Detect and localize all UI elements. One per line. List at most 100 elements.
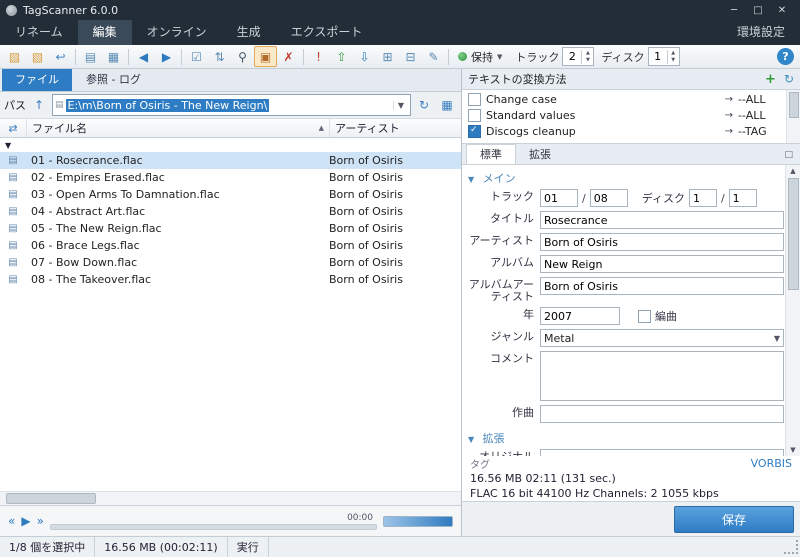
comment-input[interactable] <box>540 351 784 401</box>
tab-extended[interactable]: 拡張 <box>516 145 564 164</box>
year-input[interactable] <box>540 307 620 325</box>
track-spinner-arrows[interactable]: ▲ ▼ <box>581 49 593 64</box>
transform-checkbox[interactable] <box>468 108 481 122</box>
resize-grip[interactable] <box>784 540 798 554</box>
menu-edit[interactable]: 編集 <box>77 20 132 45</box>
add-folder-button[interactable]: ▨ <box>3 46 26 67</box>
tab-files[interactable]: ファイル <box>2 69 72 91</box>
search-button[interactable]: ⚲ <box>231 46 254 67</box>
save-button[interactable]: 保存 <box>674 505 794 533</box>
import-tags-button[interactable]: ⇧ <box>330 46 353 67</box>
menu-settings[interactable]: 環境設定 <box>722 20 800 45</box>
title-input[interactable] <box>540 211 784 229</box>
column-filename[interactable]: ファイル名 ▲ <box>27 119 330 137</box>
prev-track-button[interactable]: « <box>8 514 15 528</box>
section-extended[interactable]: ▼ 拡張 <box>462 427 784 449</box>
export-tags-button[interactable]: ⇩ <box>353 46 376 67</box>
next-file-button[interactable]: ▶ <box>155 46 178 67</box>
transfer-icon[interactable]: ⇄ <box>0 119 27 137</box>
combo-dropdown-icon[interactable]: ▼ <box>393 100 408 110</box>
open-folder-button[interactable]: ▧ <box>26 46 49 67</box>
folder-options-button[interactable]: ▦ <box>437 95 457 115</box>
minimize-button[interactable]: ─ <box>722 1 746 19</box>
disc-spinner[interactable]: ▲▼ <box>647 47 680 66</box>
track-total-input[interactable] <box>589 189 628 207</box>
scroll-down-icon[interactable]: ▼ <box>790 444 795 456</box>
menu-export[interactable]: エクスポート <box>276 20 378 45</box>
file-row[interactable]: ▤ 04 - Abstract Art.flac Born of Osiris <box>0 203 461 220</box>
edit-tag-button[interactable]: ✎ <box>422 46 445 67</box>
compilation-checkbox[interactable] <box>638 309 651 323</box>
section-main[interactable]: ▼ メイン <box>462 167 784 189</box>
undo-button[interactable]: ↩ <box>49 46 72 67</box>
original-input[interactable] <box>540 449 784 456</box>
track-input[interactable] <box>540 189 578 207</box>
volume-slider[interactable] <box>383 515 453 527</box>
next-track-button[interactable]: » <box>37 514 44 528</box>
progress-slider[interactable] <box>49 523 377 530</box>
tab-standard[interactable]: 標準 <box>466 144 516 164</box>
genre-select[interactable]: Metal ▼ <box>540 329 784 347</box>
transform-scrollbar[interactable] <box>786 90 800 143</box>
detach-panel-icon[interactable]: □ <box>784 150 796 164</box>
refresh-button[interactable]: ↻ <box>414 95 434 115</box>
form-scrollbar[interactable]: ▲ ▼ <box>785 165 800 456</box>
transform-checkbox[interactable] <box>468 92 481 106</box>
transform-row[interactable]: Discogs cleanup → --TAG <box>462 123 800 139</box>
track-spinner-input[interactable] <box>563 49 582 64</box>
close-button[interactable]: ✕ <box>770 1 794 19</box>
file-row[interactable]: ▤ 07 - Bow Down.flac Born of Osiris <box>0 254 461 271</box>
view-list-button[interactable]: ▤ <box>79 46 102 67</box>
disc-spinner-arrows[interactable]: ▲ ▼ <box>666 49 679 64</box>
file-row[interactable]: ▤ 05 - The New Reign.flac Born of Osiris <box>0 220 461 237</box>
menu-generate[interactable]: 生成 <box>222 20 276 45</box>
file-row[interactable]: ▤ 02 - Empires Erased.flac Born of Osiri… <box>0 169 461 186</box>
tag-type-link[interactable]: VORBIS <box>751 457 792 470</box>
transform-checkbox[interactable] <box>468 124 481 138</box>
disc-spinner-input[interactable] <box>648 49 667 64</box>
horizontal-scrollbar[interactable] <box>0 491 461 505</box>
help-button[interactable]: ? <box>777 48 794 65</box>
copy-tags-button[interactable]: ⊞ <box>376 46 399 67</box>
select-dropdown-button[interactable]: ☑ <box>185 46 208 67</box>
columns-dropdown-button[interactable]: ⇅ <box>208 46 231 67</box>
menu-rename[interactable]: リネーム <box>0 20 78 45</box>
transform-row[interactable]: Change case → --ALL <box>462 91 800 107</box>
file-row[interactable]: ▤ 06 - Brace Legs.flac Born of Osiris <box>0 237 461 254</box>
preview-toggle-button[interactable]: ▣ <box>254 46 277 67</box>
keep-tags-button[interactable]: 保持 ▼ <box>452 47 508 66</box>
album-artist-input[interactable] <box>540 277 784 295</box>
remove-file-button[interactable]: ✗ <box>277 46 300 67</box>
file-row[interactable]: ▤ 08 - The Takeover.flac Born of Osiris <box>0 271 461 288</box>
play-button[interactable]: ▶ <box>21 514 30 528</box>
scrollbar-thumb[interactable] <box>787 178 799 290</box>
reload-tags-button[interactable]: ! <box>307 46 330 67</box>
refresh-transforms-icon[interactable]: ↻ <box>784 72 794 86</box>
group-row[interactable]: ▼ <box>0 138 461 152</box>
maximize-button[interactable]: □ <box>746 1 770 19</box>
album-input[interactable] <box>540 255 784 273</box>
paste-tags-button[interactable]: ⊟ <box>399 46 422 67</box>
folder-up-icon[interactable]: ↑ <box>29 95 49 115</box>
column-artist[interactable]: アーティスト <box>330 119 461 137</box>
file-row[interactable]: ▤ 03 - Open Arms To Damnation.flac Born … <box>0 186 461 203</box>
scrollbar-thumb[interactable] <box>6 493 96 504</box>
tab-browse-log[interactable]: 参照 - ログ <box>73 69 154 91</box>
add-transform-icon[interactable]: + <box>765 72 776 87</box>
path-combobox[interactable]: ▤ E:\m\Born of Osiris - The New Reign\ ▼ <box>52 94 411 116</box>
transform-row[interactable]: Standard values → --ALL <box>462 107 800 123</box>
spin-up-icon[interactable]: ▲ <box>582 50 593 57</box>
scrollbar-thumb[interactable] <box>789 92 799 118</box>
spin-down-icon[interactable]: ▼ <box>582 57 593 64</box>
file-row[interactable]: ▤ 01 - Rosecrance.flac Born of Osiris <box>0 152 461 169</box>
group-collapse-icon[interactable]: ▼ <box>5 141 11 150</box>
prev-file-button[interactable]: ◀ <box>132 46 155 67</box>
track-spinner[interactable]: ▲▼ <box>562 47 595 66</box>
scroll-up-icon[interactable]: ▲ <box>790 165 795 177</box>
spin-down-icon[interactable]: ▼ <box>668 57 679 64</box>
playback-progress[interactable]: 00:00 <box>49 513 377 530</box>
menu-online[interactable]: オンライン <box>132 20 222 45</box>
view-grid-button[interactable]: ▦ <box>102 46 125 67</box>
disc-input[interactable] <box>688 189 717 207</box>
disc-total-input[interactable] <box>728 189 757 207</box>
